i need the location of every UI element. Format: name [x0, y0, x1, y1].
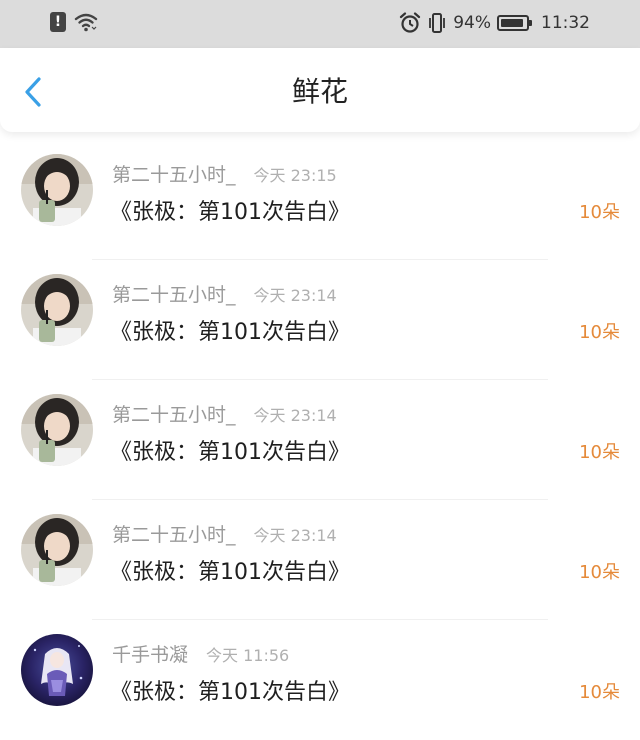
flower-count: 10朵	[579, 562, 620, 583]
flower-count: 10朵	[579, 202, 620, 223]
nav-header: 鲜花	[0, 48, 640, 132]
item-meta: 第二十五小时_ 今天 23:15	[112, 160, 337, 187]
item-meta: 千手书凝 今天 11:56	[112, 640, 289, 667]
wifi-icon	[74, 13, 98, 32]
clock-time: 11:32	[541, 13, 590, 33]
flower-count: 10朵	[579, 682, 620, 703]
list-item[interactable]: 第二十五小时_ 今天 23:14 《张极：第101次告白》 10朵	[0, 260, 640, 380]
list-item[interactable]: 第二十五小时_ 今天 23:15 《张极：第101次告白》 10朵	[0, 140, 640, 260]
photo-avatar[interactable]	[21, 154, 93, 226]
list-item[interactable]: 第二十五小时_ 今天 23:14 《张极：第101次告白》 10朵	[0, 380, 640, 500]
timestamp: 今天 23:15	[253, 166, 337, 185]
vibrate-icon	[429, 13, 446, 33]
battery-percent: 94%	[453, 13, 491, 33]
item-meta: 第二十五小时_ 今天 23:14	[112, 400, 337, 427]
status-left-icons: !	[50, 12, 98, 32]
timestamp: 今天 11:56	[206, 646, 290, 665]
list-item[interactable]: 千手书凝 今天 11:56 《张极：第101次告白》 10朵	[0, 620, 640, 740]
username[interactable]: 第二十五小时_	[112, 280, 236, 307]
list-item[interactable]: 第二十五小时_ 今天 23:14 《张极：第101次告白》 10朵	[0, 500, 640, 620]
flower-count: 10朵	[579, 322, 620, 343]
alarm-clock-icon	[400, 12, 421, 33]
flower-count: 10朵	[579, 442, 620, 463]
photo-avatar[interactable]	[21, 274, 93, 346]
username[interactable]: 第二十五小时_	[112, 520, 236, 547]
photo-avatar[interactable]	[21, 394, 93, 466]
timestamp: 今天 23:14	[253, 526, 337, 545]
username[interactable]: 第二十五小时_	[112, 160, 236, 187]
status-bar: ! 94% 11:32	[0, 0, 640, 48]
username[interactable]: 千手书凝	[112, 640, 188, 667]
item-meta: 第二十五小时_ 今天 23:14	[112, 520, 337, 547]
work-title[interactable]: 《张极：第101次告白》	[110, 194, 350, 226]
work-title[interactable]: 《张极：第101次告白》	[110, 554, 350, 586]
flower-list: 第二十五小时_ 今天 23:15 《张极：第101次告白》 10朵 第二十五小时…	[0, 140, 640, 740]
page-title: 鲜花	[291, 75, 348, 108]
work-title[interactable]: 《张极：第101次告白》	[110, 314, 350, 346]
work-title[interactable]: 《张极：第101次告白》	[110, 434, 350, 466]
photo-avatar[interactable]	[21, 514, 93, 586]
timestamp: 今天 23:14	[253, 406, 337, 425]
timestamp: 今天 23:14	[253, 286, 337, 305]
notification-alert-icon: !	[50, 12, 66, 32]
item-meta: 第二十五小时_ 今天 23:14	[112, 280, 337, 307]
work-title[interactable]: 《张极：第101次告白》	[110, 674, 350, 706]
status-right-icons: 94% 11:32	[399, 12, 590, 34]
battery-icon	[497, 15, 532, 31]
username[interactable]: 第二十五小时_	[112, 400, 236, 427]
anime-avatar[interactable]	[21, 634, 93, 706]
